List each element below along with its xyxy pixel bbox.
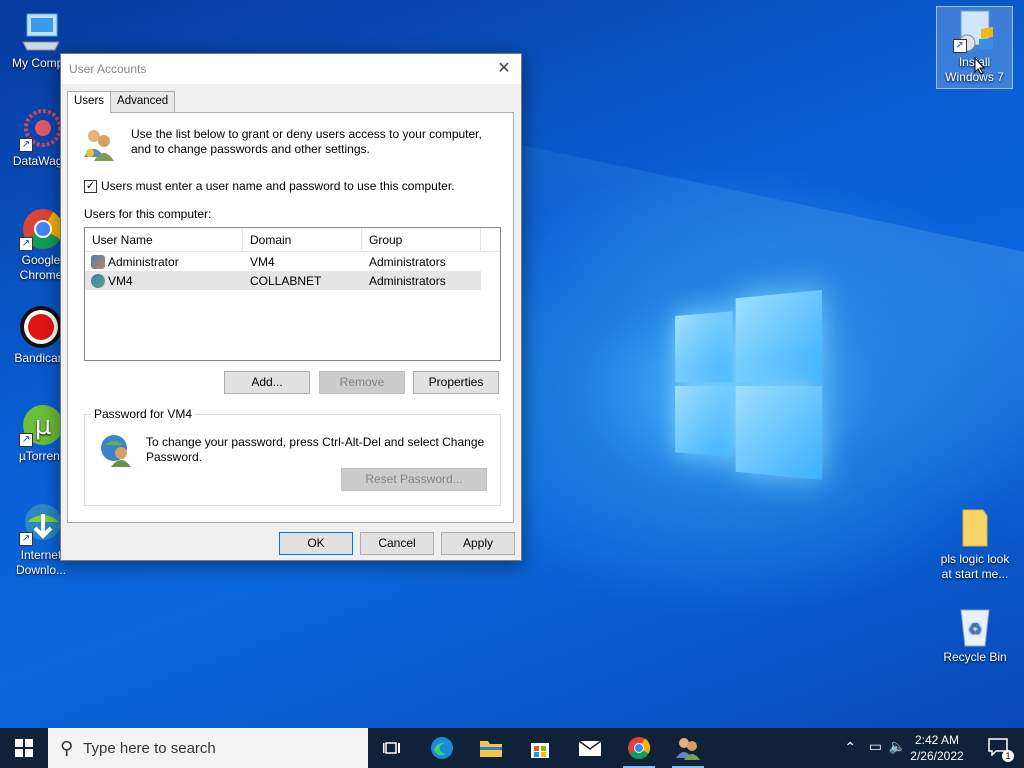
- desktop-icon-folder[interactable]: pls logic look at start me...: [934, 506, 1016, 582]
- desktop-icon-recycle-bin[interactable]: ♻ Recycle Bin: [934, 604, 1016, 665]
- clock[interactable]: 2:42 AM 2/26/2022: [908, 732, 966, 764]
- search-placeholder: Type here to search: [83, 739, 216, 757]
- shortcut-arrow-icon: ↗: [19, 138, 33, 152]
- tab-users[interactable]: Users: [67, 91, 112, 113]
- taskbar: ⚲ Type here to search ⌃ ▭ 🔈 2:42 AM 2/26…: [0, 728, 1024, 768]
- dialog-titlebar[interactable]: User Accounts ✕: [61, 54, 521, 84]
- recycle-bin-icon: ♻: [953, 604, 997, 648]
- chevron-up-icon[interactable]: ⌃: [844, 739, 856, 756]
- edge-icon[interactable]: [418, 728, 466, 768]
- group-cell: Administrators: [369, 273, 446, 288]
- remove-button[interactable]: Remove: [319, 371, 405, 394]
- user-accounts-dialog: User Accounts ✕ Users Advanced Use the l…: [60, 53, 522, 561]
- desktop-icon-label: Recycle Bin: [943, 650, 1007, 664]
- task-view-icon[interactable]: [368, 728, 416, 768]
- apply-button[interactable]: Apply: [441, 532, 515, 555]
- column-header-domain[interactable]: Domain: [243, 228, 362, 251]
- shortcut-arrow-icon: ↗: [19, 433, 33, 447]
- group-cell: Administrators: [369, 254, 446, 269]
- clock-time: 2:42 AM: [914, 733, 960, 747]
- svg-text:♻: ♻: [968, 619, 982, 638]
- clock-date: 2/26/2022: [910, 749, 964, 763]
- folder-icon: [953, 506, 997, 550]
- computer-icon: [19, 10, 63, 54]
- tab-advanced[interactable]: Advanced: [110, 91, 176, 112]
- listview-header: User Name Domain Group: [85, 228, 500, 252]
- column-header-user-name[interactable]: User Name: [85, 228, 243, 251]
- mouse-cursor-icon: [974, 56, 986, 78]
- bandicam-icon: [19, 305, 63, 349]
- user-name-cell: VM4: [108, 273, 133, 288]
- chrome-icon: ↗: [19, 207, 63, 251]
- store-icon[interactable]: [516, 728, 564, 768]
- windows-installer-icon: ↗: [952, 9, 997, 53]
- taskbar-search-box[interactable]: ⚲ Type here to search: [48, 728, 368, 768]
- start-button[interactable]: [0, 728, 48, 768]
- datawagon-icon: ↗: [19, 108, 63, 152]
- dialog-title: User Accounts: [69, 62, 147, 76]
- domain-cell: VM4: [250, 254, 275, 269]
- column-header-group[interactable]: Group: [362, 228, 481, 251]
- search-icon: ⚲: [60, 737, 74, 758]
- network-icon[interactable]: ▭: [869, 738, 882, 755]
- require-login-label: Users must enter a user name and passwor…: [101, 179, 455, 193]
- users-tab-panel: Use the list below to grant or deny user…: [67, 112, 514, 523]
- intro-text: Use the list below to grant or deny user…: [131, 127, 482, 156]
- windows-start-icon: [15, 739, 33, 757]
- notification-center-icon[interactable]: 1: [988, 738, 1014, 762]
- chrome-taskbar-icon[interactable]: [615, 728, 663, 768]
- password-group-title: Password for VM4: [91, 407, 196, 421]
- utorrent-icon: µ ↗: [19, 403, 63, 447]
- user-accounts-taskbar-icon[interactable]: [664, 728, 712, 768]
- idm-icon: ↗: [19, 502, 63, 546]
- users-list-label: Users for this computer:: [84, 207, 212, 221]
- file-explorer-icon[interactable]: [467, 728, 515, 768]
- volume-muted-icon[interactable]: 🔈: [889, 738, 906, 755]
- shortcut-arrow-icon: ↗: [952, 39, 967, 53]
- desktop-icon-label: pls logic look at start me...: [940, 552, 1010, 581]
- close-icon[interactable]: ✕: [493, 58, 515, 80]
- user-name-cell: Administrator: [108, 254, 179, 269]
- table-row[interactable]: Administrator VM4 Administrators: [85, 252, 500, 271]
- reset-password-button[interactable]: Reset Password...: [341, 468, 487, 491]
- table-row-selected[interactable]: VM4 COLLABNET Administrators: [85, 271, 481, 290]
- tab-strip: Users Advanced: [67, 91, 176, 113]
- ok-button[interactable]: OK: [279, 532, 353, 555]
- add-button[interactable]: Add...: [224, 371, 310, 394]
- windows-logo-wallpaper: [675, 290, 822, 480]
- properties-button[interactable]: Properties: [413, 371, 499, 394]
- user-icon: [91, 254, 105, 269]
- domain-cell: COLLABNET: [250, 273, 322, 288]
- notification-badge: 1: [1002, 750, 1014, 762]
- shortcut-arrow-icon: ↗: [19, 237, 33, 251]
- checkbox-check-icon[interactable]: ✓: [84, 179, 97, 193]
- password-help-text: To change your password, press Ctrl-Alt-…: [146, 435, 485, 464]
- users-icon: [82, 127, 116, 164]
- password-groupbox: Password for VM4 To change your password…: [84, 407, 501, 506]
- require-login-checkbox[interactable]: ✓ Users must enter a user name and passw…: [84, 179, 455, 193]
- shortcut-arrow-icon: ↗: [19, 532, 33, 546]
- svg-text:µ: µ: [35, 411, 52, 441]
- users-listview[interactable]: User Name Domain Group Administrator VM4…: [84, 227, 501, 361]
- cancel-button[interactable]: Cancel: [360, 532, 434, 555]
- domain-user-icon: [91, 273, 105, 288]
- mail-icon[interactable]: [566, 728, 614, 768]
- user-key-icon: [99, 433, 133, 470]
